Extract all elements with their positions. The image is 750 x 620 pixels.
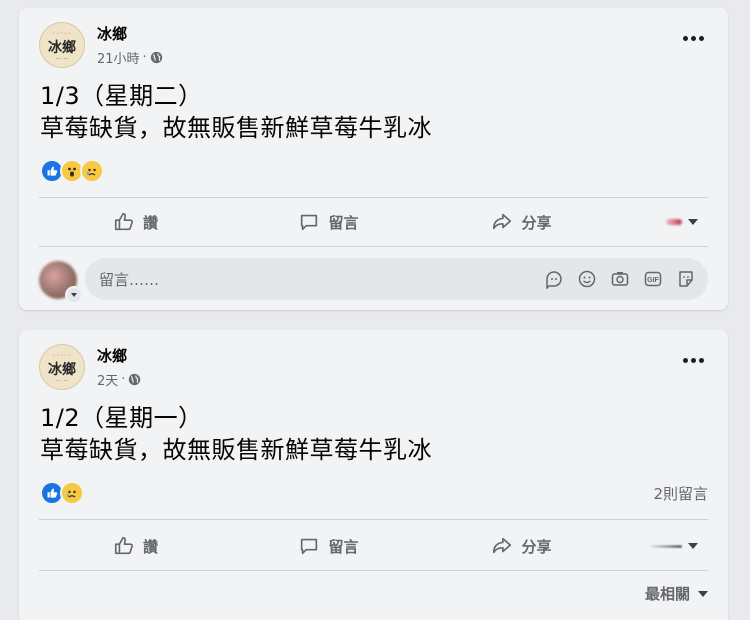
chevron-down-icon xyxy=(688,543,698,549)
post-date-line: 1/2（星期一） xyxy=(40,404,203,432)
divider xyxy=(39,246,708,247)
more-horizontal-icon xyxy=(682,35,688,41)
post-card: ◦◦◦◦◦ 冰鄉 — · — 冰鄉 21小時 · 1/3（星期二） 草莓缺貨，故… xyxy=(19,8,728,310)
post-card: ◦◦◦◦◦ 冰鄉 — · — 冰鄉 2天 · 1/2（星期一） 草莓缺貨，故無販… xyxy=(19,330,728,620)
reaction-summary[interactable] xyxy=(40,159,104,183)
post-timestamp[interactable]: 21小時 xyxy=(97,48,140,67)
divider xyxy=(39,570,708,571)
page-avatar[interactable]: ◦◦◦◦◦ 冰鄉 — · — xyxy=(39,344,85,390)
share-label: 分享 xyxy=(521,537,552,556)
globe-icon xyxy=(129,373,141,386)
divider xyxy=(39,519,708,520)
post-timestamp[interactable]: 2天 xyxy=(97,370,118,389)
comment-bubble-icon xyxy=(301,214,318,231)
chevron-down-icon xyxy=(688,219,698,225)
chevron-down-icon xyxy=(71,293,77,297)
avatar-sticker-icon[interactable] xyxy=(544,269,564,289)
svg-text:GIF: GIF xyxy=(647,277,659,284)
comment-label: 留言 xyxy=(328,537,359,556)
reaction-as-selector[interactable] xyxy=(618,219,708,225)
avatar-menu-toggle[interactable] xyxy=(65,286,83,304)
post-date-line: 1/3（星期二） xyxy=(40,82,203,110)
thumbs-up-icon xyxy=(114,536,133,555)
comment-placeholder: 留言…… xyxy=(99,270,160,289)
avatar-logo: 冰鄉 xyxy=(48,40,76,56)
comment-button[interactable]: 留言 xyxy=(232,200,425,244)
like-button[interactable]: 讚 xyxy=(39,524,232,568)
divider xyxy=(39,197,708,198)
post-meta: 2天 · xyxy=(97,370,141,389)
reaction-as-selector[interactable] xyxy=(618,543,708,549)
comment-tools: GIF xyxy=(544,269,708,289)
like-button[interactable]: 讚 xyxy=(39,200,232,244)
share-label: 分享 xyxy=(521,213,552,232)
meta-separator: · xyxy=(121,372,126,387)
share-button[interactable]: 分享 xyxy=(425,200,618,244)
post-body-line: 草莓缺貨，故無販售新鮮草莓牛乳冰 xyxy=(40,114,432,142)
more-options-button[interactable] xyxy=(678,350,708,370)
selector-avatar xyxy=(648,544,682,548)
comment-bubble-icon xyxy=(301,538,318,555)
comment-button[interactable]: 留言 xyxy=(232,524,425,568)
comment-composer: 留言…… GIF xyxy=(39,258,708,304)
action-bar: 讚 留言 分享 xyxy=(39,200,708,244)
comment-label: 留言 xyxy=(328,213,359,232)
page-name-link[interactable]: 冰鄉 xyxy=(97,345,127,366)
meta-separator: · xyxy=(142,50,147,65)
globe-icon xyxy=(150,51,162,64)
share-arrow-icon xyxy=(493,213,512,230)
reaction-summary[interactable] xyxy=(40,481,84,505)
gif-icon[interactable]: GIF xyxy=(643,269,663,289)
comment-count-link[interactable]: 2則留言 xyxy=(653,483,708,504)
comment-input[interactable]: 留言…… GIF xyxy=(85,258,708,300)
post-text: 1/2（星期一） 草莓缺貨，故無販售新鮮草莓牛乳冰 xyxy=(40,402,432,466)
post-text: 1/3（星期二） 草莓缺貨，故無販售新鮮草莓牛乳冰 xyxy=(40,80,432,144)
action-bar: 讚 留言 分享 xyxy=(39,524,708,568)
like-label: 讚 xyxy=(142,537,158,556)
share-arrow-icon xyxy=(493,537,512,554)
page-name-link[interactable]: 冰鄉 xyxy=(97,23,127,44)
sticker-icon[interactable] xyxy=(676,269,696,289)
sad-reaction-icon xyxy=(80,159,104,183)
post-meta: 21小時 · xyxy=(97,48,163,67)
sad-reaction-icon xyxy=(60,481,84,505)
more-options-button[interactable] xyxy=(678,28,708,48)
like-label: 讚 xyxy=(142,213,158,232)
share-button[interactable]: 分享 xyxy=(425,524,618,568)
avatar-logo: 冰鄉 xyxy=(48,362,76,378)
selector-avatar xyxy=(666,219,682,225)
emoji-icon[interactable] xyxy=(577,269,597,289)
page-avatar[interactable]: ◦◦◦◦◦ 冰鄉 — · — xyxy=(39,22,85,68)
camera-icon[interactable] xyxy=(610,269,630,289)
more-horizontal-icon xyxy=(682,357,688,363)
post-body-line: 草莓缺貨，故無販售新鮮草莓牛乳冰 xyxy=(40,436,432,464)
thumbs-up-icon xyxy=(114,212,133,231)
